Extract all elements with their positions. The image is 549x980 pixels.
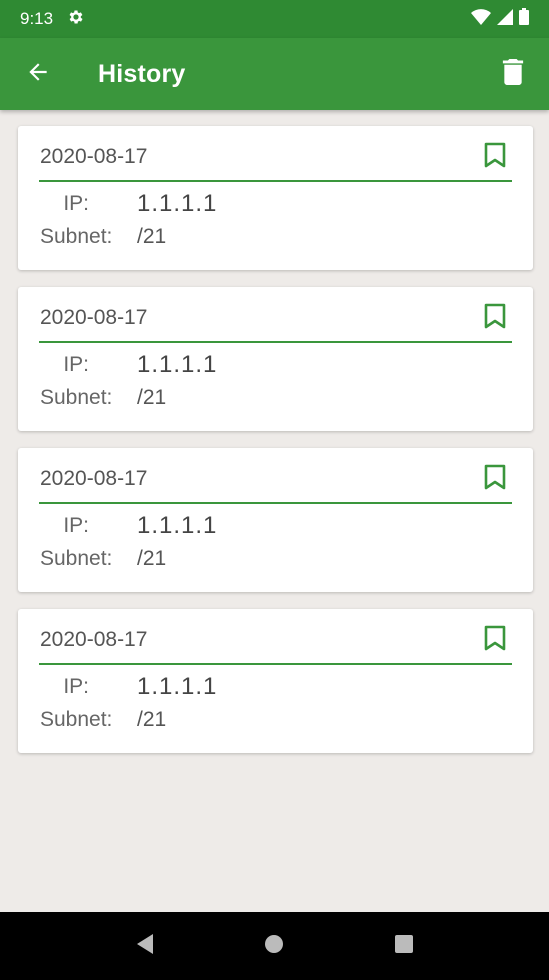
ip-value: 1.1.1.1 bbox=[137, 512, 218, 539]
page-title: History bbox=[98, 59, 186, 88]
history-date: 2020-08-17 bbox=[40, 145, 148, 168]
ip-value: 1.1.1.1 bbox=[137, 351, 218, 378]
bookmark-icon bbox=[484, 303, 506, 334]
history-card[interactable]: 2020-08-17 IP: 1.1.1.1 Subnet: /21 bbox=[18, 448, 533, 592]
subnet-label: Subnet: bbox=[40, 547, 113, 570]
app-bar: History bbox=[0, 38, 549, 110]
history-date: 2020-08-17 bbox=[40, 306, 148, 329]
system-nav-bar bbox=[0, 912, 549, 980]
history-card[interactable]: 2020-08-17 IP: 1.1.1.1 Subnet: /21 bbox=[18, 609, 533, 753]
trash-icon bbox=[502, 58, 524, 90]
arrow-left-icon bbox=[25, 59, 51, 90]
card-divider bbox=[39, 502, 512, 504]
ip-label: IP: bbox=[63, 514, 89, 537]
history-list: 2020-08-17 IP: 1.1.1.1 Subnet: /21 2020-… bbox=[18, 126, 533, 770]
history-date: 2020-08-17 bbox=[40, 628, 148, 651]
nav-recents-button[interactable] bbox=[384, 926, 424, 966]
battery-icon bbox=[519, 8, 529, 30]
subnet-value: /21 bbox=[137, 225, 167, 248]
bookmark-icon bbox=[484, 142, 506, 173]
subnet-label: Subnet: bbox=[40, 386, 113, 409]
history-card[interactable]: 2020-08-17 IP: 1.1.1.1 Subnet: /21 bbox=[18, 287, 533, 431]
card-divider bbox=[39, 341, 512, 343]
bookmark-button[interactable] bbox=[481, 142, 509, 172]
ip-label: IP: bbox=[63, 675, 89, 698]
card-divider bbox=[39, 180, 512, 182]
bookmark-button[interactable] bbox=[481, 625, 509, 655]
ip-label: IP: bbox=[63, 353, 89, 376]
back-button[interactable] bbox=[0, 38, 76, 110]
status-time: 9:13 bbox=[20, 9, 54, 28]
status-bar: 9:13 bbox=[0, 0, 549, 38]
signal-icon bbox=[497, 8, 513, 30]
bookmark-icon bbox=[484, 464, 506, 495]
ip-value: 1.1.1.1 bbox=[137, 673, 218, 700]
subnet-value: /21 bbox=[137, 386, 167, 409]
card-divider bbox=[39, 663, 512, 665]
wifi-icon bbox=[471, 8, 491, 30]
gear-icon bbox=[67, 8, 85, 31]
bookmark-button[interactable] bbox=[481, 464, 509, 494]
history-date: 2020-08-17 bbox=[40, 467, 148, 490]
subnet-value: /21 bbox=[137, 547, 167, 570]
ip-value: 1.1.1.1 bbox=[137, 190, 218, 217]
home-circle-icon bbox=[264, 934, 284, 959]
subnet-label: Subnet: bbox=[40, 225, 113, 248]
bookmark-icon bbox=[484, 625, 506, 656]
bookmark-button[interactable] bbox=[481, 303, 509, 333]
subnet-label: Subnet: bbox=[40, 708, 113, 731]
ip-label: IP: bbox=[63, 192, 89, 215]
delete-history-button[interactable] bbox=[477, 38, 549, 110]
back-triangle-icon bbox=[135, 933, 155, 960]
nav-home-button[interactable] bbox=[254, 926, 294, 966]
subnet-value: /21 bbox=[137, 708, 167, 731]
recents-square-icon bbox=[394, 934, 414, 959]
nav-back-button[interactable] bbox=[125, 926, 165, 966]
history-card[interactable]: 2020-08-17 IP: 1.1.1.1 Subnet: /21 bbox=[18, 126, 533, 270]
